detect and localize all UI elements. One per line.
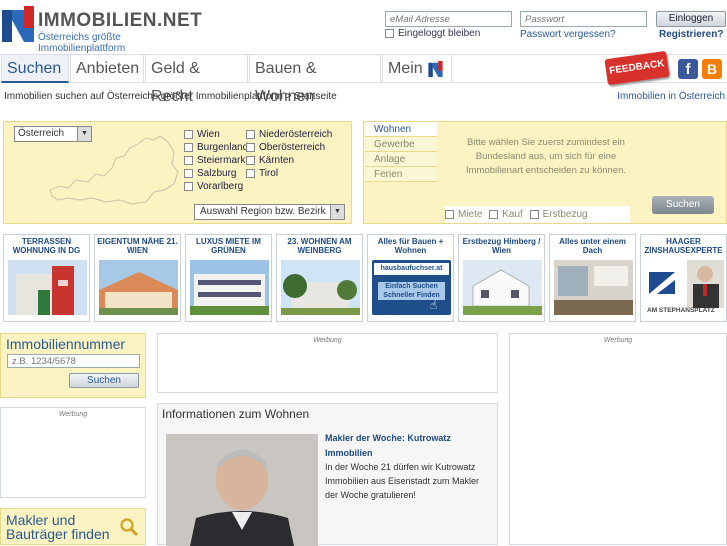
- remember-label: Eingeloggt bleiben: [398, 28, 481, 39]
- facebook-icon[interactable]: f: [678, 59, 698, 79]
- region-select[interactable]: Auswahl Region bzw. Bezirk ▼: [194, 204, 345, 220]
- promo-tile-zinshaus[interactable]: HAAGER ZINSHAUSEXPERTE AM STEPHANSPLATZ: [640, 234, 727, 322]
- nav-label: Suchen: [7, 60, 62, 77]
- forgot-password-link[interactable]: Passwort vergessen?: [520, 29, 616, 40]
- breadcrumb: Immobilien suchen auf Österreichs größte…: [4, 91, 337, 102]
- state-tirol[interactable]: Tirol: [246, 168, 278, 179]
- state-wien[interactable]: Wien: [184, 129, 220, 140]
- cursor-hand-icon: ☝: [430, 298, 438, 312]
- hausbaufuchser-ad: hausbaufuchser.at Einfach Suchen Schnelle…: [372, 260, 451, 315]
- building-image: [99, 260, 178, 315]
- promo-tile[interactable]: TERRASSEN WOHNUNG IN DG: [3, 234, 90, 322]
- promo-tile[interactable]: 23. WOHNEN AM WEINBERG: [276, 234, 363, 322]
- info-box: Informationen zum Wohnen Makler der Woch…: [157, 403, 498, 546]
- tab-gewerbe[interactable]: Gewerbe: [365, 137, 437, 152]
- type-erstbezug[interactable]: Erstbezug: [529, 209, 588, 220]
- state-kaernten[interactable]: Kärnten: [246, 155, 294, 166]
- building-image: [463, 260, 542, 315]
- ad-skyscraper[interactable]: Werbung: [509, 333, 727, 545]
- state-oberoesterreich[interactable]: Oberösterreich: [246, 142, 325, 153]
- tile-title: 23. WOHNEN AM WEINBERG: [287, 237, 352, 255]
- nav-label: Anbieten: [76, 60, 140, 77]
- selection-hint: Bitte wählen Sie zuerst zumindest ein Bu…: [465, 137, 626, 176]
- makler-title: Makler und Bauträger finden: [6, 512, 110, 542]
- mein-logo-icon: [428, 61, 443, 77]
- nav-bauen-wohnen[interactable]: Bauen & Wohnen: [249, 55, 381, 105]
- info-title: Informationen zum Wohnen: [162, 407, 310, 421]
- tile-caption: AM STEPHANSPLATZ: [647, 307, 715, 314]
- immo-number-title: Immobiliennummer: [6, 336, 126, 352]
- immo-number-box: Immobiliennummer Suchen: [0, 333, 146, 398]
- type-miete[interactable]: Miete: [445, 209, 482, 220]
- blogger-icon[interactable]: B: [702, 59, 722, 79]
- remember-me[interactable]: Eingeloggt bleiben: [385, 28, 480, 39]
- login-button[interactable]: Einloggen: [656, 11, 726, 27]
- remember-checkbox[interactable]: [385, 28, 394, 38]
- promo-tile-hausbaufuchser[interactable]: Alles für Bauen + Wohnen hausbaufuchser.…: [367, 234, 454, 322]
- tile-title: HAAGER ZINSHAUSEXPERTE: [644, 237, 723, 255]
- promo-tile[interactable]: LUXUS MIETE IM GRÜNEN: [185, 234, 272, 322]
- tab-ferien[interactable]: Ferien: [365, 167, 437, 182]
- main-nav: Suchen Anbieten Geld & Recht Bauen & Woh…: [0, 50, 727, 105]
- site-logo[interactable]: IMMOBILIEN.NET Österreichs größte Immobi…: [2, 6, 203, 54]
- nav-anbieten[interactable]: Anbieten: [70, 55, 144, 83]
- tile-title: Alles für Bauen + Wohnen: [377, 237, 444, 255]
- chevron-down-icon: ▼: [330, 205, 344, 219]
- building-image: [281, 260, 360, 315]
- state-burgenland[interactable]: Burgenland: [184, 142, 248, 153]
- tab-wohnen[interactable]: Wohnen: [365, 122, 437, 137]
- feedback-button[interactable]: FEEDBACK: [604, 50, 670, 86]
- info-body: In der Woche 21 dürfen wir Kutrowatz Imm…: [325, 462, 480, 500]
- tile-title: Erstbezug Himberg / Wien: [462, 237, 541, 255]
- promo-tile[interactable]: Alles unter einem Dach: [549, 234, 636, 322]
- brand-name: IMMOBILIEN.NET: [38, 10, 203, 31]
- tile-title: Alles unter einem Dach: [559, 237, 626, 255]
- info-headline[interactable]: Makler der Woche: Kutrowatz Immobilien: [325, 431, 493, 461]
- register-link[interactable]: Registrieren?: [659, 29, 723, 40]
- interior-image: [554, 260, 633, 315]
- search-icon: [120, 518, 139, 537]
- logo-mark-icon: [2, 6, 34, 42]
- brand-tagline: Österreichs größte Immobilienplattform: [38, 32, 126, 54]
- agent-photo: [166, 434, 318, 546]
- immo-number-search-button[interactable]: Suchen: [69, 373, 139, 388]
- tab-anlage[interactable]: Anlage: [365, 152, 437, 167]
- promo-tile[interactable]: Erstbezug Himberg / Wien: [458, 234, 545, 322]
- nav-label: Mein: [388, 60, 423, 77]
- region-link[interactable]: Immobilien in Österreich: [617, 91, 725, 102]
- tile-title: EIGENTUM NÄHE 21. WIEN: [97, 237, 178, 255]
- austria-map[interactable]: [46, 130, 180, 210]
- state-salzburg[interactable]: Salzburg: [184, 168, 236, 179]
- type-filter-row: Miete Kauf Erstbezug: [445, 206, 630, 223]
- tile-title: LUXUS MIETE IM GRÜNEN: [196, 237, 261, 255]
- immo-number-input[interactable]: [7, 354, 140, 368]
- building-image: [8, 260, 87, 315]
- makler-finder-box[interactable]: Makler und Bauträger finden: [0, 508, 146, 545]
- nav-geld-recht[interactable]: Geld & Recht: [145, 55, 248, 105]
- state-vorarlberg[interactable]: Vorarlberg: [184, 181, 243, 192]
- nav-mein[interactable]: Mein: [382, 55, 452, 83]
- type-kauf[interactable]: Kauf: [489, 209, 523, 220]
- ad-box-left[interactable]: Werbung: [0, 407, 146, 498]
- tile-title: TERRASSEN WOHNUNG IN DG: [12, 237, 81, 255]
- location-search-panel: Österreich ▼ Wien Burgenland Steiermark …: [3, 121, 352, 224]
- nav-suchen[interactable]: Suchen: [1, 55, 69, 83]
- ad-banner[interactable]: Werbung: [157, 333, 498, 393]
- password-input[interactable]: [520, 11, 647, 27]
- email-input[interactable]: [385, 11, 512, 27]
- region-select-value: Auswahl Region bzw. Bezirk: [200, 206, 326, 217]
- property-type-panel: Wohnen Gewerbe Anlage Ferien Bitte wähle…: [363, 121, 727, 224]
- state-steiermark[interactable]: Steiermark: [184, 155, 245, 166]
- state-niederoesterreich[interactable]: Niederösterreich: [246, 129, 332, 140]
- promo-tile[interactable]: EIGENTUM NÄHE 21. WIEN: [94, 234, 181, 322]
- search-button[interactable]: Suchen: [652, 196, 714, 214]
- building-image: [190, 260, 269, 315]
